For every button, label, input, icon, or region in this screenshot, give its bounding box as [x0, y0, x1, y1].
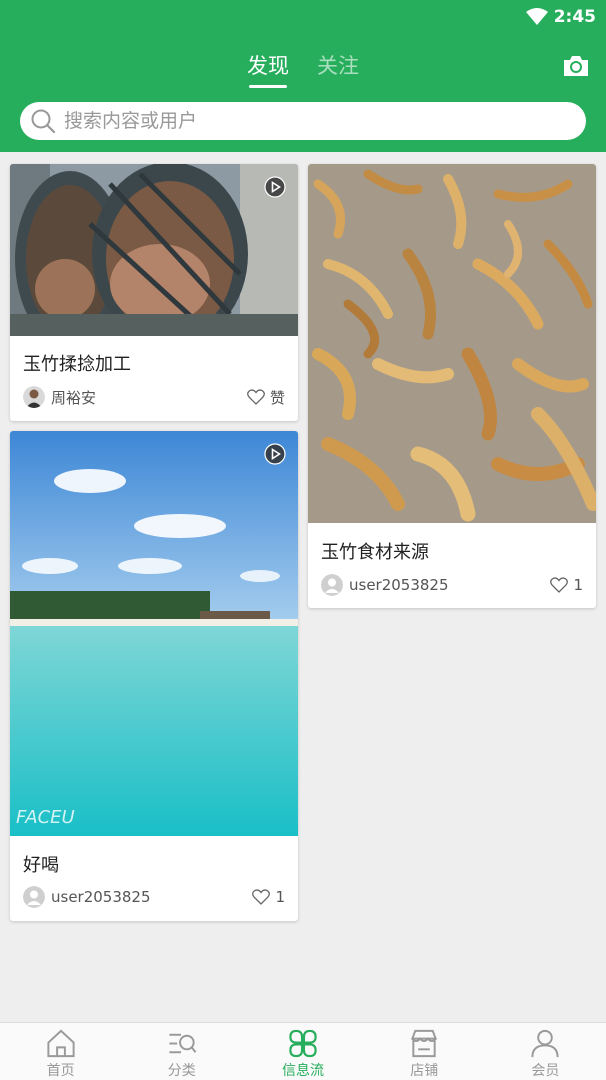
nav-label: 分类	[167, 1063, 196, 1079]
play-video-icon	[264, 443, 286, 465]
author[interactable]: 周裕安	[23, 386, 96, 408]
category-search-icon	[169, 1033, 197, 1054]
nav-feed[interactable]: 信息流	[242, 1023, 363, 1080]
card-title: 玉竹食材来源	[321, 542, 429, 563]
card-meta: 周裕安 赞	[23, 386, 285, 408]
tab-discover[interactable]: 发现	[247, 50, 289, 88]
author-name: 周裕安	[51, 388, 97, 407]
author[interactable]: user2053825	[23, 886, 151, 908]
top-tabs: 发现 关注	[0, 50, 606, 90]
default-avatar-icon	[321, 574, 343, 596]
bottom-nav: 首页 分类 信息流 店铺 会员	[0, 1022, 606, 1080]
nav-label: 信息流	[282, 1063, 324, 1079]
author[interactable]: user2053825	[321, 574, 449, 596]
author-name: user2053825	[349, 576, 449, 594]
nav-label: 店铺	[410, 1063, 439, 1079]
feed-card[interactable]: 玉竹揉捻加工 周裕安 赞	[10, 164, 298, 421]
default-avatar-icon	[23, 886, 45, 908]
avatar	[23, 386, 45, 408]
member-icon	[531, 1029, 559, 1058]
nav-category[interactable]: 分类	[121, 1023, 242, 1080]
search-icon	[31, 109, 56, 134]
like-count: 1	[573, 576, 583, 594]
play-video-icon	[264, 176, 286, 198]
like-button[interactable]: 赞	[247, 387, 285, 408]
store-icon	[411, 1029, 438, 1058]
app-header: 2:45 发现 关注	[0, 0, 606, 152]
like-count: 赞	[269, 388, 285, 407]
status-time: 2:45	[553, 7, 596, 27]
card-meta: user2053825 1	[321, 574, 583, 596]
home-icon	[47, 1029, 75, 1058]
feed-card[interactable]: FACEU 好喝 user2053825 1	[10, 431, 298, 921]
watermark: FACEU	[16, 807, 75, 828]
feed-card[interactable]: 玉竹食材来源 user2053825 1	[308, 164, 596, 608]
wifi-icon	[525, 8, 548, 25]
heart-icon	[247, 389, 265, 405]
card-image: FACEU	[10, 431, 298, 836]
nav-label: 首页	[46, 1063, 75, 1079]
card-title: 玉竹揉捻加工	[23, 354, 131, 375]
author-name: user2053825	[51, 888, 151, 906]
card-title: 好喝	[23, 855, 59, 876]
search-bar[interactable]	[20, 102, 586, 140]
search-input[interactable]	[64, 110, 544, 132]
status-bar: 2:45	[525, 5, 596, 29]
nav-member[interactable]: 会员	[485, 1023, 606, 1080]
card-image	[308, 164, 596, 523]
tab-follow[interactable]: 关注	[317, 50, 359, 88]
nav-store[interactable]: 店铺	[364, 1023, 485, 1080]
heart-icon	[252, 889, 271, 905]
feed-icon	[289, 1029, 317, 1058]
heart-icon	[550, 577, 569, 593]
card-image	[10, 164, 298, 336]
nav-label: 会员	[531, 1063, 560, 1079]
like-count: 1	[275, 888, 285, 906]
nav-home[interactable]: 首页	[0, 1023, 121, 1080]
card-meta: user2053825 1	[23, 886, 285, 908]
like-button[interactable]: 1	[252, 888, 285, 906]
like-button[interactable]: 1	[550, 576, 583, 594]
camera-icon[interactable]	[562, 54, 590, 78]
